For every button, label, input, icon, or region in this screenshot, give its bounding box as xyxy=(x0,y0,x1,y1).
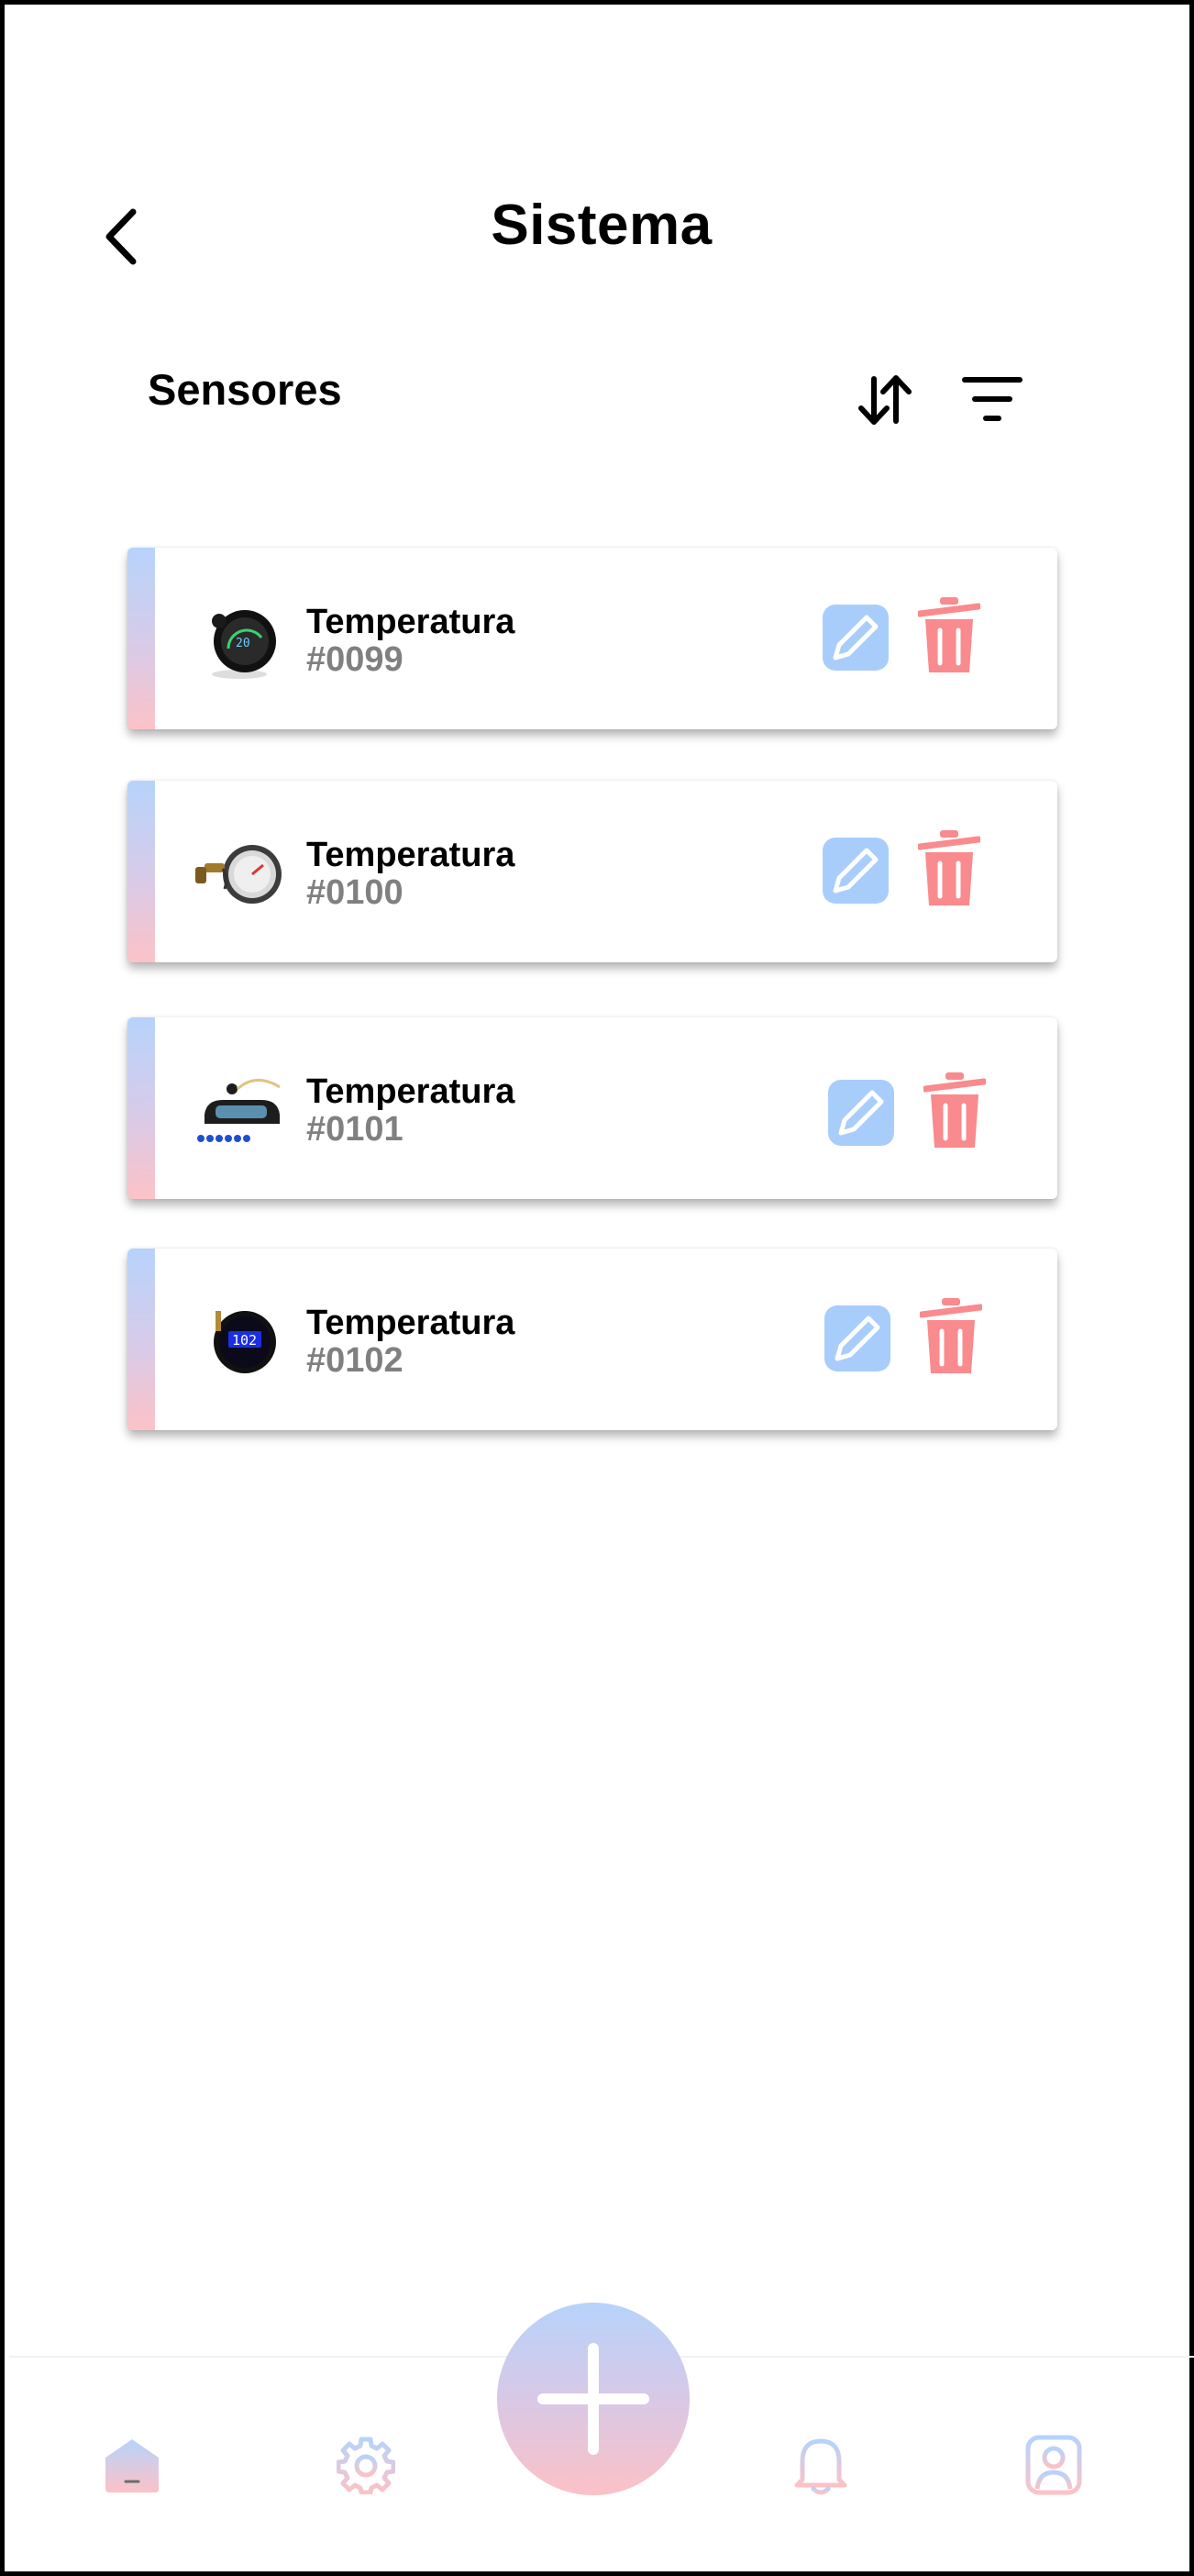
nav-home-button[interactable] xyxy=(102,2437,162,2494)
sensor-id: #0101 xyxy=(306,1110,404,1149)
section-label: Sensores xyxy=(148,365,342,414)
sensor-name: Temperatura xyxy=(306,1072,515,1111)
delete-button[interactable] xyxy=(922,1072,988,1151)
sensor-thumbnail: 20 xyxy=(193,594,285,685)
delete-button[interactable] xyxy=(916,597,982,676)
add-sensor-button[interactable] xyxy=(497,2303,690,2495)
sensor-name: Temperatura xyxy=(306,1304,515,1342)
filter-lines-icon xyxy=(962,377,1023,421)
nav-profile-button[interactable] xyxy=(1024,2434,1083,2496)
sensor-card[interactable]: Temperatura #0100 xyxy=(127,781,1057,962)
sort-button[interactable] xyxy=(856,370,914,430)
svg-text:20: 20 xyxy=(236,637,250,650)
sensor-id: #0102 xyxy=(306,1341,404,1380)
card-accent-bar xyxy=(127,781,155,962)
sensor-thumbnail xyxy=(192,1063,293,1155)
profile-icon xyxy=(1025,2435,1082,2495)
trash-icon xyxy=(916,597,982,672)
edit-button[interactable] xyxy=(828,1080,894,1146)
sensor-id: #0100 xyxy=(306,873,404,912)
edit-pencil-icon xyxy=(824,1305,890,1371)
sensor-name: Temperatura xyxy=(306,603,515,641)
edit-button[interactable] xyxy=(823,605,889,671)
trash-icon xyxy=(916,830,982,905)
delete-button[interactable] xyxy=(918,1298,984,1377)
home-icon xyxy=(105,2439,159,2493)
sensor-card[interactable]: Temperatura #0101 xyxy=(127,1017,1057,1199)
edit-button[interactable] xyxy=(823,838,889,904)
edit-pencil-icon xyxy=(828,1080,894,1146)
card-accent-bar xyxy=(127,1249,155,1430)
filter-button[interactable] xyxy=(960,372,1024,428)
nav-settings-button[interactable] xyxy=(336,2436,396,2495)
trash-icon xyxy=(918,1298,984,1373)
add-icon xyxy=(537,2343,649,2455)
app-screen: Sistema Sensores 20 Temperatura #0099 Te… xyxy=(0,0,1194,2576)
bell-icon xyxy=(794,2438,847,2495)
trash-icon xyxy=(922,1072,988,1148)
sensor-card[interactable]: 20 Temperatura #0099 xyxy=(127,548,1057,729)
nav-notifications-button[interactable] xyxy=(791,2434,850,2498)
sort-arrows-icon xyxy=(858,375,912,425)
sensor-thumbnail: 102 xyxy=(193,1294,285,1386)
card-accent-bar xyxy=(127,1017,155,1199)
edit-pencil-icon xyxy=(823,605,889,671)
gear-icon xyxy=(336,2437,396,2495)
sensor-id: #0099 xyxy=(306,640,404,679)
edit-button[interactable] xyxy=(824,1305,890,1371)
edit-pencil-icon xyxy=(823,838,889,904)
svg-text:102: 102 xyxy=(232,1332,257,1349)
sensor-card[interactable]: 102 Temperatura #0102 xyxy=(127,1249,1057,1430)
delete-button[interactable] xyxy=(916,830,982,909)
page-title: Sistema xyxy=(491,194,713,257)
sensor-name: Temperatura xyxy=(306,836,515,874)
sensor-thumbnail xyxy=(190,827,289,918)
card-accent-bar xyxy=(127,548,155,729)
